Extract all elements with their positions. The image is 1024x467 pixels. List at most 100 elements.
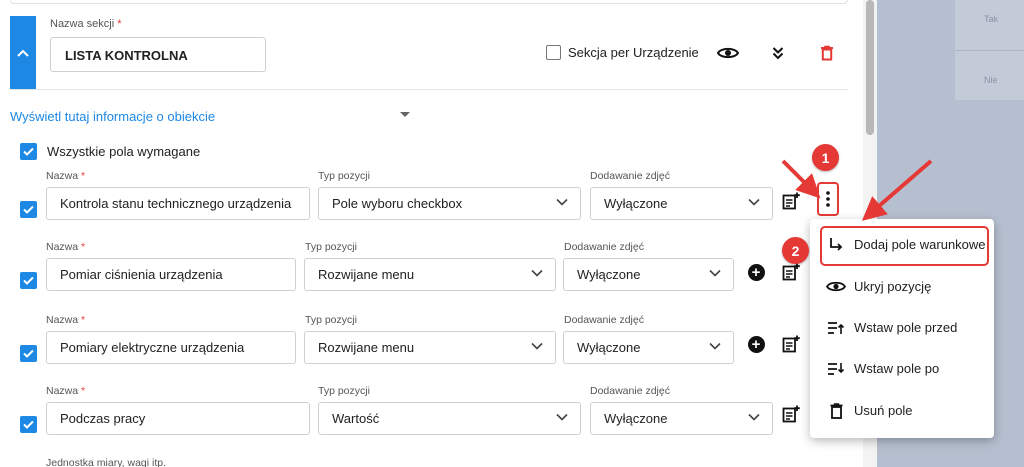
photos-label: Dodawanie zdjęć — [564, 241, 644, 253]
insert-after-icon — [825, 362, 847, 376]
add-subitem-button[interactable]: + — [745, 261, 767, 283]
photos-select[interactable]: Wyłączone — [563, 331, 734, 364]
item-name-input[interactable]: Pomiary elektryczne urządzenia — [46, 331, 296, 364]
photos-value: Wyłączone — [604, 196, 668, 211]
menu-item-insert-after[interactable]: Wstaw pole po — [810, 348, 994, 389]
item-type-select[interactable]: Pole wyboru checkbox — [318, 187, 581, 220]
type-label: Typ pozycji — [318, 385, 370, 397]
required-mark: * — [81, 314, 86, 326]
delete-section-button[interactable] — [815, 41, 839, 65]
menu-item-delete-field[interactable]: Usuń pole — [810, 390, 994, 431]
photos-label: Dodawanie zdjęć — [590, 385, 670, 397]
add-note-button[interactable] — [780, 190, 802, 212]
photos-value: Wyłączone — [577, 267, 641, 282]
item-required-checkbox[interactable] — [20, 416, 37, 433]
required-mark: * — [117, 18, 122, 30]
eye-icon — [717, 47, 739, 59]
more-options-button[interactable] — [817, 182, 839, 216]
note-add-icon — [782, 335, 800, 353]
item-row: Nazwa * Pomiary elektryczne urządzenia T… — [0, 314, 863, 374]
add-note-button[interactable] — [780, 403, 802, 425]
menu-item-insert-before[interactable]: Wstaw pole przed — [810, 307, 994, 348]
add-note-button[interactable] — [780, 333, 802, 355]
previous-section-card — [10, 0, 848, 4]
preview-section-button[interactable] — [716, 41, 740, 65]
background-divider — [955, 50, 1024, 51]
plus-circle-icon: + — [747, 263, 765, 281]
object-info-link[interactable]: Wyświetl tutaj informacje o obiekcie — [10, 109, 215, 124]
trash-icon — [821, 45, 833, 61]
chevron-down-icon — [556, 413, 568, 421]
trash-icon — [825, 402, 847, 419]
units-label: Jednostka miary, wagi itp. — [46, 457, 167, 467]
name-label-text: Nazwa — [46, 170, 79, 182]
item-required-checkbox[interactable] — [20, 201, 37, 218]
all-required-checkbox[interactable] — [20, 143, 37, 160]
menu-item-hide-item[interactable]: Ukryj pozycję — [810, 266, 994, 307]
background-text: Nie — [984, 75, 998, 85]
item-type-value: Rozwijane menu — [318, 340, 415, 355]
collapse-section-button[interactable] — [10, 16, 36, 90]
check-icon — [23, 276, 34, 285]
background-text: Tak — [984, 14, 999, 24]
name-label: Nazwa * — [46, 241, 85, 253]
item-type-select[interactable]: Rozwijane menu — [304, 331, 556, 364]
check-icon — [23, 205, 34, 214]
per-device-checkbox[interactable] — [546, 45, 561, 60]
name-label: Nazwa * — [46, 314, 85, 326]
menu-item-label: Wstaw pole przed — [854, 320, 958, 335]
all-required-toggle[interactable]: Wszystkie pola wymagane — [20, 143, 200, 160]
photos-select[interactable]: Wyłączone — [563, 258, 734, 291]
photos-value: Wyłączone — [604, 411, 668, 426]
section-editor-panel: Nazwa sekcji * LISTA KONTROLNA Sekcja pe… — [0, 0, 863, 467]
section-name-input[interactable]: LISTA KONTROLNA — [50, 37, 266, 72]
item-type-value: Pole wyboru checkbox — [332, 196, 463, 211]
required-mark: * — [81, 241, 86, 253]
name-label-text: Nazwa — [46, 314, 79, 326]
annotation-highlight — [820, 226, 989, 266]
item-row: Nazwa * Podczas pracy Typ pozycji Wartoś… — [0, 385, 863, 445]
more-vertical-icon — [826, 191, 830, 207]
item-required-checkbox[interactable] — [20, 345, 37, 362]
item-name-input[interactable]: Podczas pracy — [46, 402, 310, 435]
item-name-input[interactable]: Kontrola stanu technicznego urządzenia — [46, 187, 310, 220]
item-name-input[interactable]: Pomiar ciśnienia urządzenia — [46, 258, 296, 291]
item-row: Nazwa * Kontrola stanu technicznego urzą… — [0, 170, 863, 230]
add-note-button[interactable] — [780, 261, 802, 283]
menu-item-label: Ukryj pozycję — [854, 279, 932, 294]
section-name-label-text: Nazwa sekcji — [50, 18, 115, 30]
scrollbar-thumb[interactable] — [866, 0, 874, 135]
photos-select[interactable]: Wyłączone — [590, 187, 773, 220]
note-add-icon — [782, 263, 800, 281]
item-type-select[interactable]: Rozwijane menu — [304, 258, 556, 291]
per-device-label: Sekcja per Urządzenie — [568, 45, 699, 60]
menu-item-label: Wstaw pole po — [854, 361, 940, 376]
item-required-checkbox[interactable] — [20, 272, 37, 289]
add-subitem-button[interactable]: + — [745, 333, 767, 355]
chevron-down-icon — [709, 342, 721, 350]
name-label-text: Nazwa — [46, 241, 79, 253]
chevron-down-icon — [709, 269, 721, 277]
type-label: Typ pozycji — [305, 241, 357, 253]
expand-all-button[interactable] — [766, 41, 790, 65]
item-type-select[interactable]: Wartość — [318, 402, 581, 435]
chevron-down-icon — [748, 198, 760, 206]
item-row: Nazwa * Pomiar ciśnienia urządzenia Typ … — [0, 241, 863, 301]
photos-value: Wyłączone — [577, 340, 641, 355]
plus-circle-icon: + — [747, 335, 765, 353]
section-header: Nazwa sekcji * LISTA KONTROLNA Sekcja pe… — [10, 16, 848, 90]
caret-down-icon[interactable] — [400, 112, 410, 117]
name-label: Nazwa * — [46, 170, 85, 182]
chevron-up-icon — [17, 49, 29, 57]
check-icon — [23, 349, 34, 358]
per-device-toggle[interactable]: Sekcja per Urządzenie — [546, 45, 699, 60]
section-name-label: Nazwa sekcji * — [50, 18, 122, 30]
required-mark: * — [81, 170, 86, 182]
check-icon — [23, 147, 34, 156]
insert-before-icon — [825, 321, 847, 335]
photos-select[interactable]: Wyłączone — [590, 402, 773, 435]
all-required-label: Wszystkie pola wymagane — [47, 144, 201, 159]
annotation-badge: 1 — [812, 144, 839, 171]
photos-label: Dodawanie zdjęć — [564, 314, 644, 326]
check-icon — [23, 420, 34, 429]
